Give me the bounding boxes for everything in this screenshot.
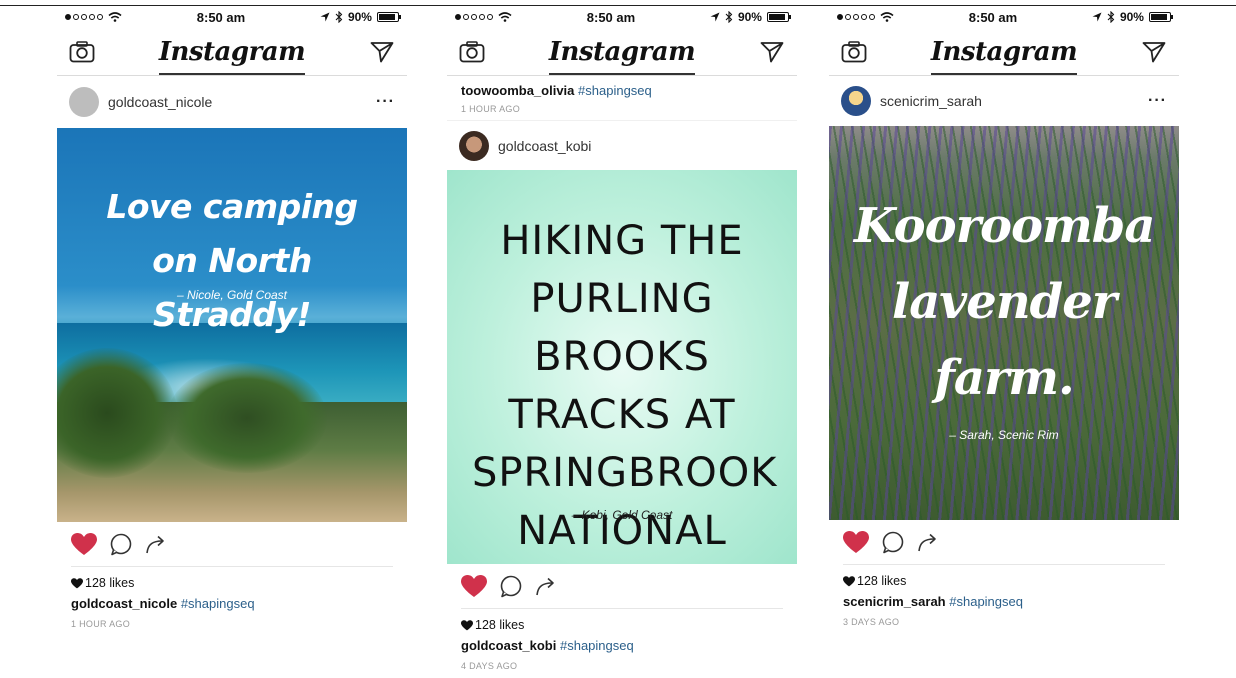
app-brand-logo: Instagram [548,36,696,75]
likes-count[interactable]: 128 likes [829,565,1179,588]
hashtag-link[interactable]: #shapingseq [578,83,652,98]
battery-percent: 90% [1119,10,1144,24]
heart-icon [461,619,473,630]
camera-icon[interactable] [67,37,97,67]
camera-icon[interactable] [457,37,487,67]
avatar[interactable] [459,130,489,161]
caption-username[interactable]: scenicrim_sarah [843,594,946,609]
post-username[interactable]: scenicrim_sarah [880,93,982,109]
app-nav-bar: Instagram [829,28,1179,76]
location-icon [1092,12,1102,22]
post-image-byline: – Sarah, Scenic Rim [949,428,1059,442]
comment-icon[interactable] [109,532,133,556]
phone-screen-2: 8:50 am 90% Instagram toowoomba_olivia #… [447,6,797,678]
comment-icon[interactable] [881,530,905,554]
post-image-headline: Love camping on North Straddy! [106,187,358,334]
location-icon [320,12,330,22]
location-icon [710,12,720,22]
post-caption: goldcoast_kobi #shapingseq [447,632,797,653]
phone-screen-3: 8:50 am 90% Instagram scenicrim_sarah ··… [829,6,1179,678]
post-image[interactable]: HIKING THE PURLING BROOKS TRACKS AT SPRI… [447,170,797,564]
likes-count[interactable]: 128 likes [447,609,797,632]
hashtag-link[interactable]: #shapingseq [181,596,255,611]
share-icon[interactable] [145,533,167,555]
app-nav-bar: Instagram [57,28,407,76]
post-timestamp: 3 DAYS AGO [843,617,900,627]
post-header: goldcoast_kobi [447,120,797,170]
status-bar: 8:50 am 90% [57,6,407,28]
more-options-button[interactable]: ··· [1148,92,1167,110]
app-brand-logo: Instagram [930,36,1078,75]
post-timestamp: 4 DAYS AGO [461,661,518,671]
avatar[interactable] [841,86,871,116]
wifi-icon [498,12,512,22]
caption-username[interactable]: goldcoast_nicole [71,596,177,611]
likes-count[interactable]: 128 likes [57,567,407,590]
post-username[interactable]: goldcoast_nicole [108,94,212,110]
status-time: 8:50 am [586,9,636,25]
post-image-headline: Kooroomba lavender farm. [854,198,1155,406]
battery-icon [376,12,401,22]
post-actions [57,522,407,566]
likes-label: 128 likes [857,574,907,588]
wifi-icon [880,12,894,22]
send-icon[interactable] [367,37,397,67]
post-image-byline: – Nicole, Gold Coast [176,288,288,302]
battery-icon [766,12,791,22]
signal-dots-icon [455,14,493,20]
heart-icon[interactable] [843,530,869,554]
post-timestamp: 1 HOUR AGO [71,619,131,629]
send-icon[interactable] [1139,37,1169,67]
signal-dots-icon [65,14,103,20]
post-header: goldcoast_nicole ··· [57,76,407,128]
heart-icon [71,577,83,588]
caption-username[interactable]: toowoomba_olivia [461,83,574,98]
heart-icon [843,575,855,586]
caption-username[interactable]: goldcoast_kobi [461,638,556,653]
hashtag-link[interactable]: #shapingseq [560,638,634,653]
post-header: scenicrim_sarah ··· [829,76,1179,126]
app-brand-logo: Instagram [158,36,306,75]
comment-icon[interactable] [499,574,523,598]
battery-percent: 90% [347,10,372,24]
more-options-button[interactable]: ··· [376,93,395,111]
previous-post-caption: toowoomba_olivia #shapingseq [447,76,797,98]
camera-icon[interactable] [839,37,869,67]
signal-dots-icon [837,14,875,20]
pandanus-tree [167,363,327,473]
likes-label: 128 likes [85,576,135,590]
status-time: 8:50 am [968,9,1018,25]
share-icon[interactable] [917,531,939,553]
avatar[interactable] [69,87,99,117]
post-username[interactable]: goldcoast_kobi [498,138,591,154]
post-caption: goldcoast_nicole #shapingseq [57,590,407,611]
battery-icon [1148,12,1173,22]
status-bar: 8:50 am 90% [829,6,1179,28]
previous-post-timestamp: 1 HOUR AGO [461,104,521,114]
post-actions [447,564,797,608]
send-icon[interactable] [757,37,787,67]
bluetooth-icon [725,11,733,23]
share-icon[interactable] [535,575,557,597]
bluetooth-icon [1107,11,1115,23]
heart-icon[interactable] [461,574,487,598]
post-caption: scenicrim_sarah #shapingseq [829,588,1179,609]
bluetooth-icon [335,11,343,23]
hashtag-link[interactable]: #shapingseq [949,594,1023,609]
battery-percent: 90% [737,10,762,24]
heart-icon[interactable] [71,532,97,556]
status-bar: 8:50 am 90% [447,6,797,28]
phone-screen-1: 8:50 am 90% Instagram goldcoast_nicole ·… [57,6,407,678]
likes-label: 128 likes [475,618,525,632]
post-image[interactable]: Kooroomba lavender farm. – Sarah, Scenic… [829,126,1179,520]
app-nav-bar: Instagram [447,28,797,76]
post-actions [829,520,1179,564]
post-image[interactable]: Love camping on North Straddy! – Nicole,… [57,128,407,522]
wifi-icon [108,12,122,22]
post-image-byline: – Kobi, Gold Coast [571,508,673,522]
status-time: 8:50 am [196,9,246,25]
